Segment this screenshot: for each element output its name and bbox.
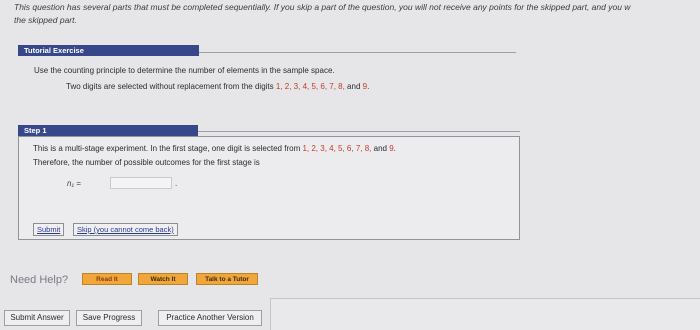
practice-another-version-button[interactable]: Practice Another Version [158,310,262,326]
problem-prefix: Two digits are selected without replacem… [66,82,276,91]
intro-line-2: the skipped part. [14,15,77,25]
skip-button[interactable]: Skip (you cannot come back) [73,223,178,236]
step-period: . [393,144,396,153]
tutorial-problem: Two digits are selected without replacem… [66,82,369,91]
save-progress-button[interactable]: Save Progress [76,310,142,326]
read-it-button[interactable]: Read It [82,273,132,285]
problem-period: . [367,82,370,91]
problem-digits: 1, 2, 3, 4, 5, 6, 7, 8, [275,82,345,91]
step-prefix: This is a multi-stage experiment. In the… [33,144,303,153]
submit-answer-button[interactable]: Submit Answer [4,310,70,326]
talk-to-tutor-button[interactable]: Talk to a Tutor [196,273,258,285]
step-text-line-1: This is a multi-stage experiment. In the… [33,144,396,153]
step-text-line-2: Therefore, the number of possible outcom… [33,158,260,167]
n1-answer-input[interactable] [110,177,172,189]
problem-and: and [344,82,363,91]
need-help-label: Need Help? [10,274,69,286]
n1-label: n₁ = [67,179,81,188]
intro-line-1: This question has several parts that mus… [14,2,631,12]
tutorial-heading: Tutorial Exercise [18,45,199,56]
step-heading: Step 1 [18,125,198,136]
step-panel: This is a multi-stage experiment. In the… [18,136,520,240]
tutorial-instruction: Use the counting principle to determine … [34,66,335,75]
watch-it-button[interactable]: Watch It [138,273,188,285]
step-divider [198,131,520,132]
notes-panel [270,298,700,330]
n1-suffix: . [175,179,178,188]
step-digits: 1, 2, 3, 4, 5, 6, 7, 8, [302,144,372,153]
step-submit-button[interactable]: Submit [33,223,65,236]
intro-text: This question has several parts that mus… [14,1,700,27]
step-and: and [371,144,390,153]
